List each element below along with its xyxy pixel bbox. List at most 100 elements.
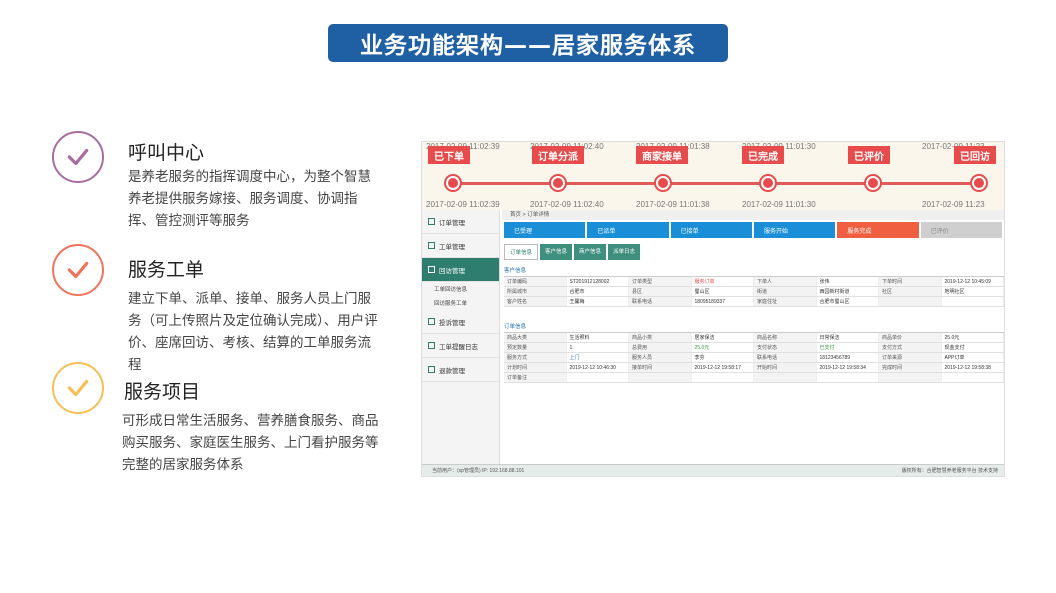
feature-title-service-order: 服务工单 [128,259,205,281]
timeline-stage-rated: 已评价 [848,146,890,164]
menu-icon [428,266,435,273]
table-label: 开始时间 [754,363,817,372]
table-cell: 现金支付 [942,343,1004,352]
table-cell [567,373,629,382]
table-label: 计划时间 [504,363,567,372]
table-cell: 服务订单 [692,277,754,286]
sidebar-item-refunds[interactable]: 退款管理 [422,358,499,382]
table-cell: 18095189337 [692,297,754,306]
table-cell [942,297,1004,306]
timeline-stage-revisited: 已回访 [954,146,996,164]
table-row: 订单备注 [504,373,1004,383]
table-cell: 合肥市蜀山区 [817,297,879,306]
table-cell: 2019-12-12 10:45:09 [942,277,1004,286]
breadcrumb: 首页 > 订单详情 [502,210,1004,220]
slide: 业务功能架构——居家服务体系 呼叫中心 是养老服务的指挥调度中心，为整个智慧养老… [0,0,1056,593]
table-row: 订单编码 ST201912128002 订单类型 服务订单 下单人 张伟 下单时间 2019-… [504,277,1004,287]
table-label: 联系电话 [629,297,692,306]
sidebar-item-orders[interactable]: 订单管理 [422,210,499,234]
table-cell [817,373,879,382]
table-label: 服务方式 [504,353,567,362]
timeline-date: 2017-02-09 11:23 [922,200,985,209]
table-row: 预定数量 1 总费用 25.0元 支付状态 已支付 支付方式 现金支付 [504,343,1004,353]
tab-merchant-info[interactable]: 商户信息 [574,244,607,260]
table-cell: 张伟 [817,277,879,286]
table-label: 支付方式 [879,343,942,352]
check-icon [52,131,104,183]
table-cell: 已支付 [817,343,879,352]
table-cell: 王馨梅 [567,297,629,306]
table-row: 计划时间 2019-12-12 10:46:30 接单时间 2019-12-12 19… [504,363,1004,373]
timeline-dot [446,176,460,190]
table-row: 服务方式 上门 服务人员 李芬 联系电话 18123456789 订单来源 APP订单 [504,353,1004,363]
table-label: 订单来源 [879,353,942,362]
check-icon [52,362,104,414]
timeline-date: 2017-02-09 11:01:38 [636,200,710,209]
tab-customer-info[interactable]: 客户信息 [540,244,573,260]
menu-icon [428,366,435,373]
table-cell: 2019-12-12 19:58:34 [817,363,879,372]
table-label: 社区 [879,287,942,296]
timeline-date: 2017-02-09 11:02:39 [426,200,500,209]
sidebar-item-revisit[interactable]: 回访管理 [422,258,499,282]
table-label: 商品小类 [629,333,692,342]
order-grid: 商品大类 生活照料 商品小类 居家保洁 商品名称 日常保洁 商品单价 25.0元 预定数量 1 总费… [504,332,1004,383]
table-cell: ST201912128002 [567,277,629,286]
tab-dispatch-log[interactable]: 派单日志 [608,244,641,260]
page-title: 业务功能架构——居家服务体系 [328,24,728,62]
table-label: 支付状态 [754,343,817,352]
timeline-stage-dispatched: 订单分派 [532,146,584,164]
sidebar-subitem[interactable]: 工单回访信息 [422,282,499,296]
table-label: 接单时间 [629,363,692,372]
table-label: 订单编码 [504,277,567,286]
menu-icon [428,242,435,249]
table-cell: 李芬 [692,353,754,362]
feature-desc-service-items: 可形成日常生活服务、营养膳食服务、商品购买服务、家庭医生服务、上门看护服务等完整… [122,413,379,473]
feature-title-call-center: 呼叫中心 [128,142,205,164]
step-accepted: 已接单 [670,222,752,238]
table-label [754,373,817,382]
tab-order-info[interactable]: 订单信息 [504,244,539,260]
order-timeline: 2017-02-09 11:02:39 2017-02-09 11:02:40 … [422,142,1004,210]
table-label: 联系电话 [754,353,817,362]
status-bar-right: 版权所有：合肥智慧养老服务平台 技术支持 [901,468,998,474]
table-label: 街道 [754,287,817,296]
table-cell: 西园新村街道 [817,287,879,296]
feature-title-service-items: 服务项目 [124,381,201,403]
sidebar-item-complaints[interactable]: 投诉管理 [422,310,499,334]
table-label: 订单备注 [504,373,567,382]
timeline-line [452,182,982,185]
table-cell: 25.0元 [942,333,1004,342]
table-label [879,373,942,382]
sidebar-item-reminder-log[interactable]: 工单提醒日志 [422,334,499,358]
table-label: 所属城市 [504,287,567,296]
table-label: 下单人 [754,277,817,286]
menu-icon [428,218,435,225]
feature-desc-service-order: 建立下单、派单、接单、服务人员上门服务（可上传照片及定位确认完成）、用户评价、座… [128,291,378,373]
table-label: 订单类型 [629,277,692,286]
step-received: 已受理 [504,222,586,238]
table-cell: 居家保洁 [692,333,754,342]
table-row: 商品大类 生活照料 商品小类 居家保洁 商品名称 日常保洁 商品单价 25.0元 [504,333,1004,343]
table-cell: 上门 [567,353,629,362]
table-cell: 18123456789 [817,353,879,362]
sidebar-item-work-orders[interactable]: 工单管理 [422,234,499,258]
timeline-dot [551,176,565,190]
sidebar-subitem[interactable]: 回访服务工单 [422,296,499,310]
table-cell: 2019-12-12 10:46:30 [567,363,629,372]
table-label: 家庭住址 [754,297,817,306]
timeline-dot [656,176,670,190]
table-cell: 合肥市 [567,287,629,296]
step-service-start: 服务开始 [753,222,836,238]
table-cell [692,373,754,382]
table-row: 所属城市 合肥市 县区 蜀山区 街道 西园新村街道 社区 地明社区 [504,287,1004,297]
table-cell: 蜀山区 [692,287,754,296]
step-dispatched: 已派单 [587,222,669,238]
table-label: 服务人员 [629,353,692,362]
table-cell: 1 [567,343,629,352]
customer-grid: 订单编码 ST201912128002 订单类型 服务订单 下单人 张伟 下单时间 2019-… [504,276,1004,307]
table-cell: 生活照料 [567,333,629,342]
table-label: 县区 [629,287,692,296]
table-cell: 25.0元 [692,343,754,352]
table-cell: 2019-12-12 19:58:38 [942,363,1004,372]
